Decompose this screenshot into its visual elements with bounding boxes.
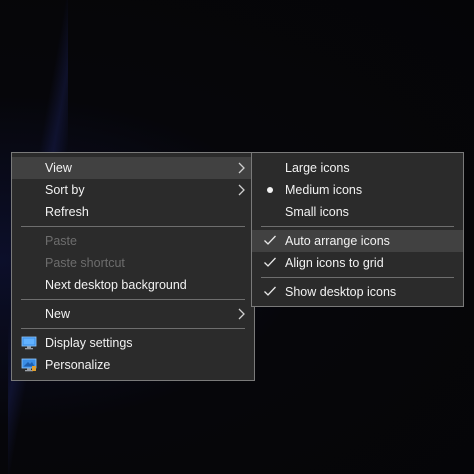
- menu-item-label: Small icons: [285, 205, 349, 219]
- menu-item-large-icons[interactable]: Large icons: [252, 157, 463, 179]
- menu-item-display-settings[interactable]: Display settings: [12, 332, 254, 354]
- menu-item-label: Sort by: [45, 183, 85, 197]
- menu-item-paste: Paste: [12, 230, 254, 252]
- menu-item-label: Paste shortcut: [45, 256, 125, 270]
- menu-item-show-desktop-icons[interactable]: Show desktop icons: [252, 281, 463, 303]
- menu-item-align-icons-to-grid[interactable]: Align icons to grid: [252, 252, 463, 274]
- chevron-right-icon: [238, 308, 245, 320]
- menu-item-label: Align icons to grid: [285, 256, 384, 270]
- menu-item-small-icons[interactable]: Small icons: [252, 201, 463, 223]
- menu-item-label: Auto arrange icons: [285, 234, 390, 248]
- menu-separator: [261, 277, 454, 278]
- checkmark-icon: [264, 257, 276, 267]
- menu-item-auto-arrange-icons[interactable]: Auto arrange icons: [252, 230, 463, 252]
- menu-item-label: Show desktop icons: [285, 285, 397, 299]
- menu-separator: [21, 328, 245, 329]
- menu-separator: [261, 226, 454, 227]
- chevron-right-icon: [238, 184, 245, 196]
- desktop-context-menu: View Sort by Refresh Paste Paste shortcu…: [11, 152, 255, 381]
- menu-item-label: Display settings: [45, 336, 133, 350]
- menu-item-sort-by[interactable]: Sort by: [12, 179, 254, 201]
- checkmark-icon: [264, 235, 276, 245]
- menu-item-label: View: [45, 161, 72, 175]
- view-submenu: Large icons Medium icons Small icons Aut…: [251, 152, 464, 307]
- menu-item-personalize[interactable]: Personalize: [12, 354, 254, 376]
- radio-selected-icon: [267, 187, 273, 193]
- menu-item-refresh[interactable]: Refresh: [12, 201, 254, 223]
- menu-item-label: Medium icons: [285, 183, 363, 197]
- menu-item-label: Personalize: [45, 358, 111, 372]
- menu-item-medium-icons[interactable]: Medium icons: [252, 179, 463, 201]
- menu-item-view[interactable]: View: [12, 157, 254, 179]
- menu-item-label: New: [45, 307, 71, 321]
- menu-item-next-desktop-background[interactable]: Next desktop background: [12, 274, 254, 296]
- menu-item-new[interactable]: New: [12, 303, 254, 325]
- menu-item-label: Large icons: [285, 161, 350, 175]
- personalize-icon: [21, 358, 37, 372]
- menu-item-paste-shortcut: Paste shortcut: [12, 252, 254, 274]
- menu-item-label: Next desktop background: [45, 278, 187, 292]
- menu-separator: [21, 299, 245, 300]
- menu-item-label: Refresh: [45, 205, 89, 219]
- menu-item-label: Paste: [45, 234, 77, 248]
- checkmark-icon: [264, 286, 276, 296]
- chevron-right-icon: [238, 162, 245, 174]
- display-settings-icon: [21, 336, 37, 350]
- menu-separator: [21, 226, 245, 227]
